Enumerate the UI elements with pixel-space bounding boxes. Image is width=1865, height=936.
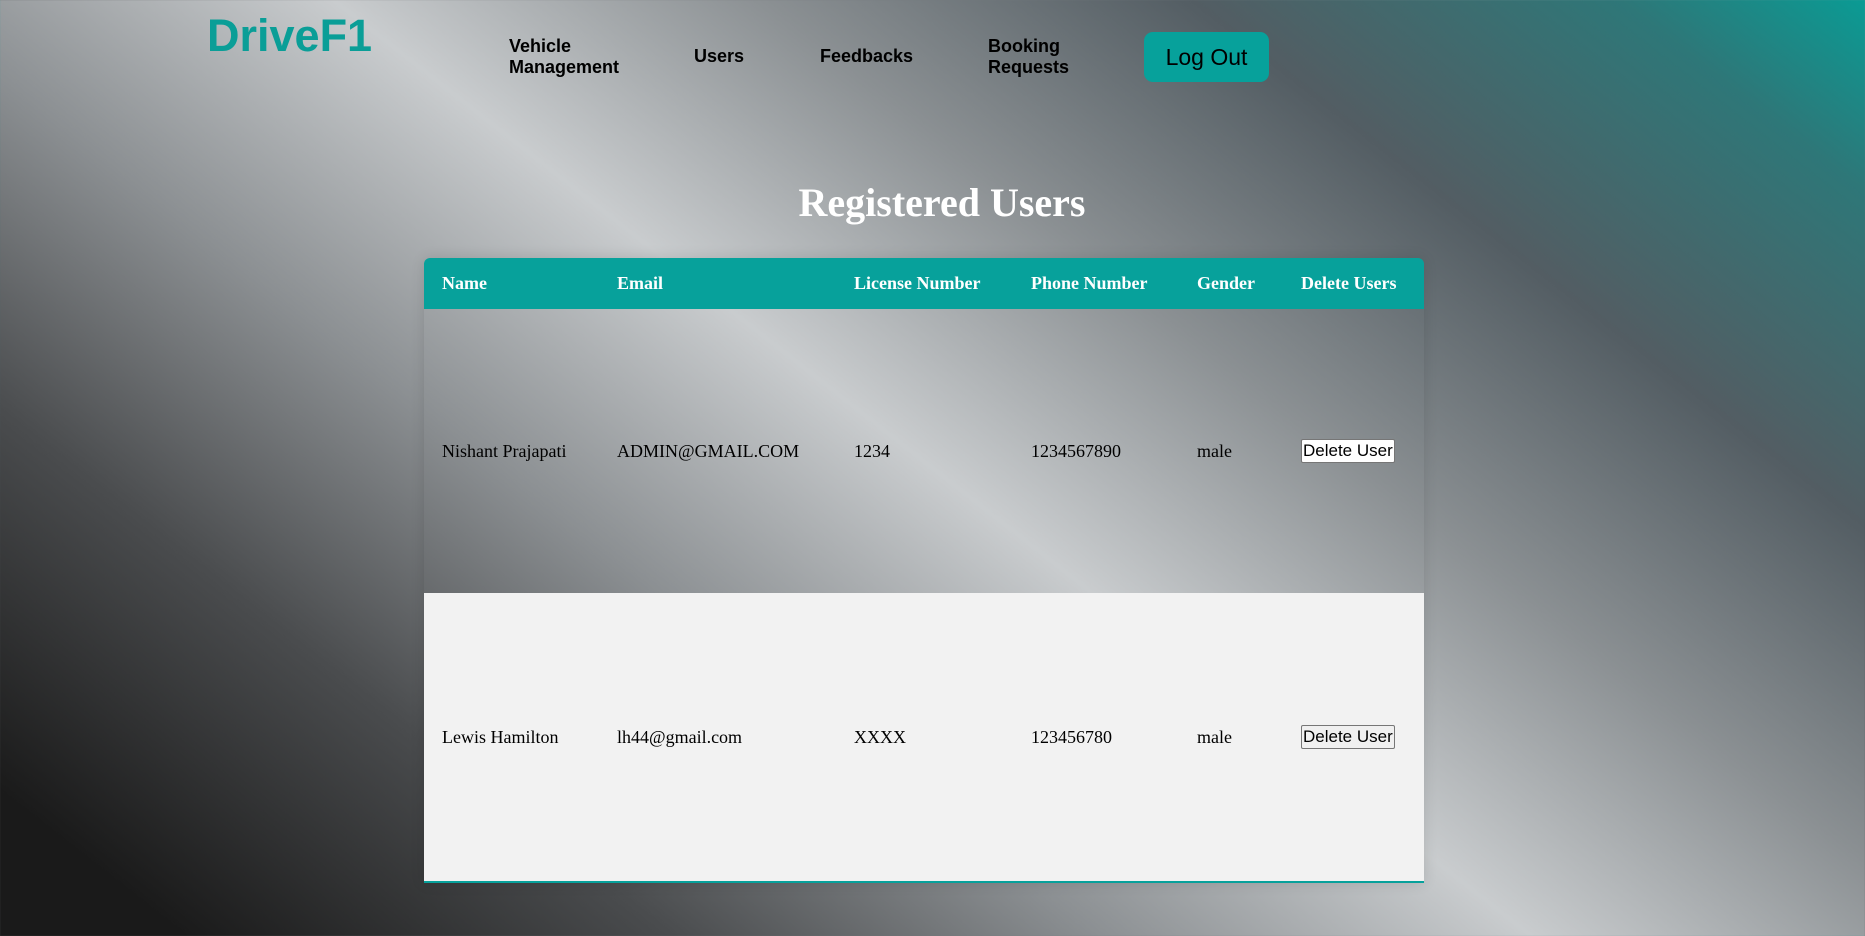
cell-phone-number: 123456780 bbox=[1031, 726, 1112, 747]
column-header-delete-users: Delete Users bbox=[1301, 273, 1397, 293]
delete-user-button[interactable]: Delete User bbox=[1301, 439, 1395, 463]
delete-user-button[interactable]: Delete User bbox=[1301, 725, 1395, 749]
brand-logo: DriveF1 bbox=[207, 10, 373, 61]
nav-vehicle-management[interactable]: Vehicle Management bbox=[509, 36, 619, 78]
table-row: Nishant Prajapati ADMIN@GMAIL.COM 1234 1… bbox=[424, 309, 1424, 593]
page-title: Registered Users bbox=[798, 180, 1086, 225]
column-header-phone-number: Phone Number bbox=[1031, 273, 1148, 293]
cell-phone-number: 1234567890 bbox=[1031, 440, 1121, 461]
column-header-email: Email bbox=[617, 273, 664, 293]
column-header-name: Name bbox=[442, 273, 487, 293]
cell-name: Lewis Hamilton bbox=[442, 726, 559, 747]
column-header-gender: Gender bbox=[1197, 273, 1255, 293]
cell-license-number: 1234 bbox=[854, 440, 890, 461]
users-table-container: Name Email License Number Phone Number G… bbox=[424, 258, 1424, 883]
cell-delete-action: Delete User bbox=[1283, 593, 1424, 882]
cell-delete-action: Delete User bbox=[1283, 309, 1424, 593]
column-header-license-number: License Number bbox=[854, 273, 981, 293]
cell-gender: male bbox=[1197, 726, 1232, 747]
table-header-row: Name Email License Number Phone Number G… bbox=[424, 258, 1424, 309]
cell-license-number: XXXX bbox=[854, 726, 906, 747]
cell-gender: male bbox=[1197, 440, 1232, 461]
cell-name: Nishant Prajapati bbox=[442, 440, 567, 461]
cell-email: ADMIN@GMAIL.COM bbox=[617, 440, 800, 461]
cell-email: lh44@gmail.com bbox=[617, 726, 743, 747]
users-table: Name Email License Number Phone Number G… bbox=[424, 258, 1424, 883]
logout-button[interactable]: Log Out bbox=[1144, 32, 1269, 82]
table-row: Lewis Hamilton lh44@gmail.com XXXX 12345… bbox=[424, 593, 1424, 882]
nav-users[interactable]: Users bbox=[694, 46, 744, 67]
nav-booking-requests[interactable]: Booking Requests bbox=[988, 36, 1069, 78]
nav-feedbacks[interactable]: Feedbacks bbox=[820, 46, 913, 67]
